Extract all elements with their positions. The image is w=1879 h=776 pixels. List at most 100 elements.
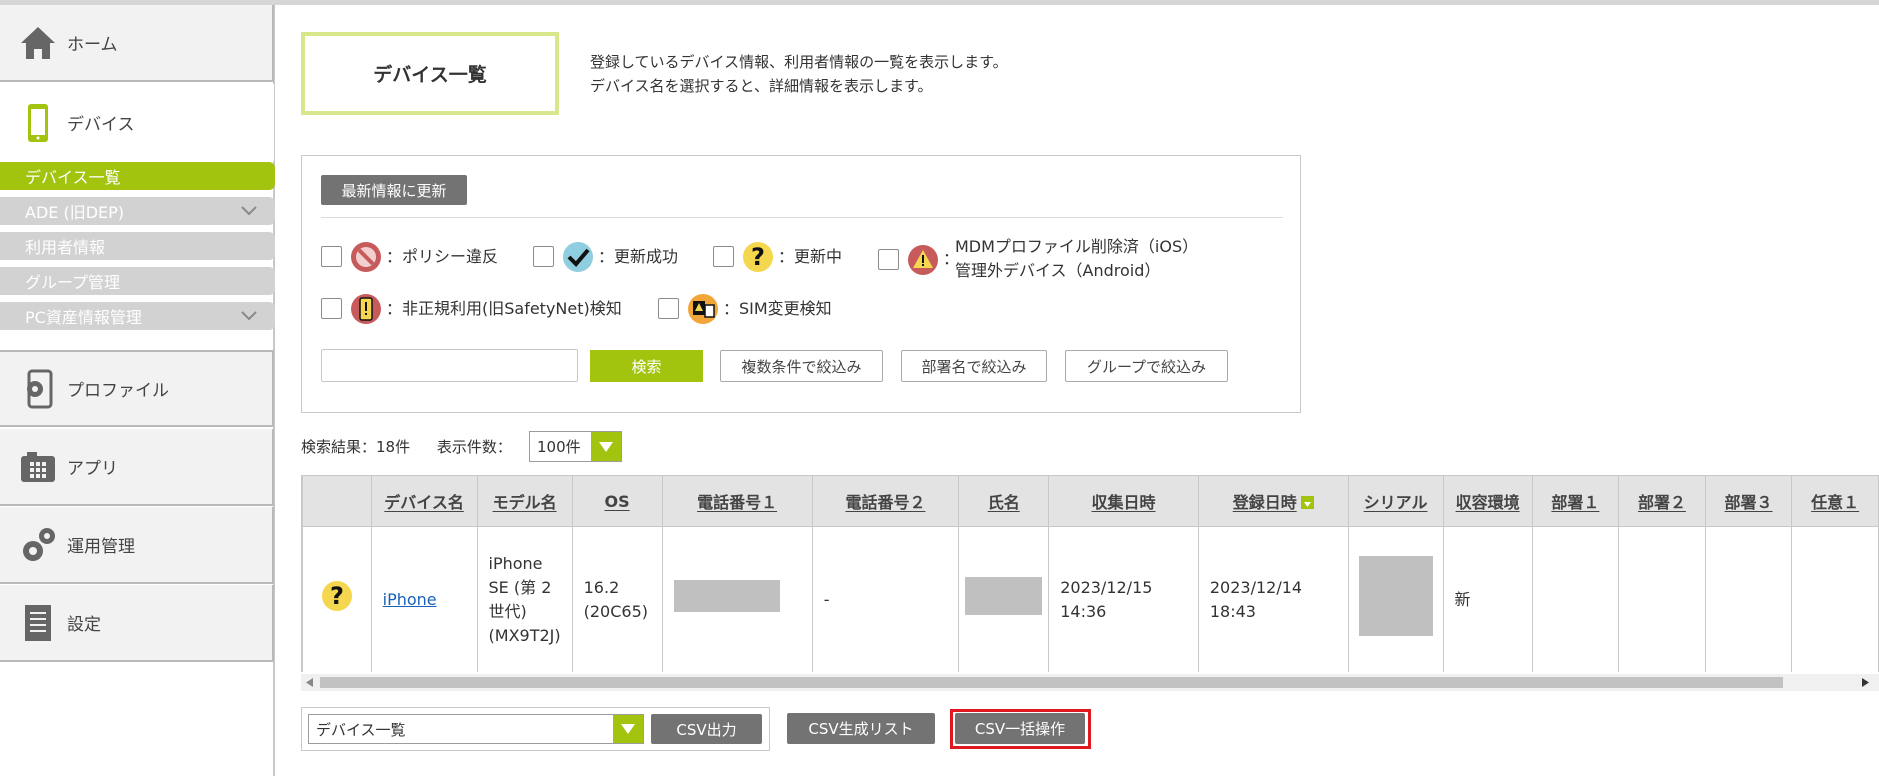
dropdown-arrow-icon: [613, 715, 643, 743]
cell-os: 16.2 (20C65): [571, 526, 663, 672]
scroll-left-icon[interactable]: [306, 678, 314, 687]
sim-change-checkbox[interactable]: [658, 298, 679, 319]
scroll-right-icon[interactable]: [1861, 678, 1869, 687]
sidebar-item-pc-assets[interactable]: PC資産情報管理: [0, 302, 275, 330]
question-icon: ?: [321, 581, 352, 611]
nav-settings[interactable]: 設定: [0, 585, 274, 662]
prohibited-icon: [351, 242, 381, 272]
updating-checkbox[interactable]: [713, 246, 734, 267]
per-page-label: 表示件数：: [436, 438, 512, 456]
col-dept3[interactable]: 部署３: [1704, 475, 1793, 527]
device-table-container: デバイス名 モデル名 OS 電話番号１ 電話番号２ 氏名 収集日時 登録日時 シ…: [301, 475, 1879, 672]
col-device-name[interactable]: デバイス名: [370, 475, 478, 527]
policy-violation-label: ：ポリシー違反: [386, 247, 499, 266]
col-opt1[interactable]: 任意１: [1791, 475, 1879, 527]
redacted-block: [1358, 556, 1433, 636]
sidebar: ホーム デバイス デバイス一覧 ADE (旧DEP) 利用者情報 グループ管理 …: [0, 5, 275, 776]
csv-panel: デバイス一覧 CSV出力: [301, 707, 770, 751]
col-registered[interactable]: 登録日時: [1197, 475, 1349, 527]
nav-profile[interactable]: プロファイル: [0, 350, 274, 427]
description-line: デバイス名を選択すると、詳細情報を表示します。: [590, 77, 933, 95]
phone-alert-icon: [351, 294, 381, 324]
filter-panel: 最新情報に更新 ：ポリシー違反 ：更新成功 ? ：更新中 ： MDMプロファイル…: [301, 155, 1301, 413]
question-icon: ?: [743, 242, 773, 272]
cell-dept1: [1531, 526, 1620, 672]
mdm-removed-checkbox[interactable]: [878, 249, 899, 270]
sidebar-item-label: 利用者情報: [25, 238, 106, 257]
search-input[interactable]: [321, 349, 578, 382]
col-os[interactable]: OS: [571, 475, 663, 527]
svg-text:?: ?: [751, 243, 765, 271]
search-button[interactable]: 検索: [590, 350, 703, 382]
mdm-removed-label: MDMプロファイル削除済（iOS） 管理外デバイス（Android）: [955, 235, 1198, 283]
col-name[interactable]: 氏名: [958, 475, 1050, 527]
col-phone2[interactable]: 電話番号２: [811, 475, 960, 527]
update-success-label: ：更新成功: [598, 247, 679, 266]
col-phone1[interactable]: 電話番号１: [661, 475, 813, 527]
multi-filter-button[interactable]: 複数条件で絞込み: [720, 350, 883, 382]
cell-registered: 2023/12/14 18:43: [1197, 526, 1349, 672]
result-summary: 検索結果：18件 表示件数：: [301, 436, 512, 457]
document-icon: [18, 603, 58, 643]
sidebar-item-label: デバイス一覧: [25, 168, 121, 187]
tamper-checkbox[interactable]: [321, 298, 342, 319]
scrollbar-thumb[interactable]: [320, 677, 1783, 688]
sidebar-item-groups[interactable]: グループ管理: [0, 267, 275, 295]
nav-operations[interactable]: 運用管理: [0, 507, 274, 584]
csv-list-button[interactable]: CSV生成リスト: [787, 713, 935, 744]
result-count: 検索結果：18件: [301, 438, 411, 456]
sim-card-icon: [688, 294, 718, 324]
divider: [321, 217, 1283, 218]
chevron-down-icon: [241, 203, 257, 222]
sidebar-item-label: ADE (旧DEP): [25, 203, 125, 222]
highlight-frame: [950, 709, 1091, 749]
horizontal-scrollbar[interactable]: [301, 674, 1879, 691]
cell-env: 新: [1442, 526, 1533, 672]
cell-phone1: [661, 526, 813, 672]
col-dept2[interactable]: 部署２: [1618, 475, 1706, 527]
nav-home-label: ホーム: [67, 35, 118, 55]
sort-desc-icon: [1300, 496, 1314, 509]
col-registered-label: 登録日時: [1232, 493, 1297, 512]
profile-gear-icon: [18, 369, 58, 409]
cell-dept2: [1618, 526, 1706, 672]
cell-name: [958, 526, 1050, 672]
chevron-down-icon: [241, 308, 257, 327]
per-page-value: 100件: [537, 438, 581, 456]
col-model[interactable]: モデル名: [476, 475, 573, 527]
updating-label: ：更新中: [778, 247, 843, 266]
dept-filter-button[interactable]: 部署名で絞込み: [901, 350, 1047, 382]
cell-serial: [1347, 526, 1444, 672]
page-description: 登録しているデバイス情報、利用者情報の一覧を表示します。 デバイス名を選択すると…: [590, 50, 1008, 98]
cell-model: iPhone SE (第 2 世代) (MX9T2J): [476, 526, 573, 672]
group-filter-button[interactable]: グループで絞込み: [1065, 350, 1228, 382]
sidebar-item-ade[interactable]: ADE (旧DEP): [0, 197, 275, 225]
cell-collected: 2023/12/15 14:36: [1048, 526, 1199, 672]
col-collected[interactable]: 収集日時: [1048, 475, 1199, 527]
device-link[interactable]: iPhone: [383, 590, 437, 609]
update-success-checkbox[interactable]: [533, 246, 554, 267]
policy-violation-checkbox[interactable]: [321, 246, 342, 267]
csv-type-value: デバイス一覧: [316, 720, 406, 739]
csv-output-button[interactable]: CSV出力: [651, 714, 762, 744]
app-icon: [18, 447, 58, 487]
mdm-removed-line: MDMプロファイル削除済（iOS）: [955, 237, 1199, 256]
cell-device-name: iPhone: [370, 526, 478, 672]
refresh-button[interactable]: 最新情報に更新: [321, 175, 467, 205]
nav-device[interactable]: デバイス: [0, 84, 274, 161]
mdm-removed-line: 管理外デバイス（Android）: [955, 261, 1161, 280]
table-header-row: デバイス名 モデル名 OS 電話番号１ 電話番号２ 氏名 収集日時 登録日時 シ…: [302, 475, 1879, 527]
cell-phone2: -: [811, 526, 960, 672]
nav-home[interactable]: ホーム: [0, 5, 274, 82]
tamper-label: ：非正規利用(旧SafetyNet)検知: [386, 299, 622, 318]
csv-type-select[interactable]: デバイス一覧: [308, 714, 644, 744]
sidebar-item-users[interactable]: 利用者情報: [0, 232, 275, 260]
col-serial[interactable]: シリアル: [1347, 475, 1444, 527]
check-icon: [563, 242, 593, 272]
per-page-select[interactable]: 100件: [529, 431, 622, 462]
sidebar-item-device-list[interactable]: デバイス一覧: [0, 162, 275, 190]
warning-icon: [908, 245, 938, 275]
col-dept1[interactable]: 部署１: [1531, 475, 1620, 527]
nav-app[interactable]: アプリ: [0, 429, 274, 506]
col-env[interactable]: 収容環境: [1442, 475, 1533, 527]
